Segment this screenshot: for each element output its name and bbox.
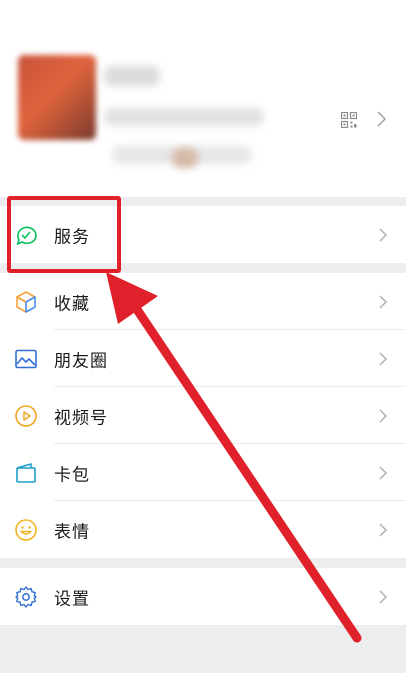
menu-item-moments[interactable]: 朋友圈: [0, 330, 406, 387]
menu-item-label: 设置: [54, 589, 90, 609]
profile-status-avatars-blurred: [172, 148, 198, 168]
profile-name-blurred: [104, 66, 160, 86]
menu-item-label: 表情: [54, 522, 90, 542]
menu-item-label: 卡包: [54, 465, 90, 485]
menu-item-label: 收藏: [54, 294, 90, 314]
chevron-right-icon[interactable]: [376, 110, 388, 128]
menu-item-label: 视频号: [54, 408, 108, 428]
menu-item-stickers[interactable]: 表情: [0, 501, 406, 558]
section-features: 收藏 朋友圈 视频号 卡包 表情: [0, 273, 406, 558]
qr-code-icon[interactable]: [341, 112, 357, 128]
avatar[interactable]: [18, 55, 96, 140]
chevron-right-icon: [379, 227, 388, 242]
favorites-cube-icon: [16, 290, 36, 313]
chevron-right-icon: [379, 522, 388, 537]
channels-play-icon: [15, 404, 37, 427]
section-settings: 设置: [0, 568, 406, 625]
profile-card[interactable]: [0, 0, 406, 197]
chevron-right-icon: [379, 408, 388, 423]
wallet-card-icon: [16, 462, 36, 483]
menu-item-label: 朋友圈: [54, 351, 108, 371]
stickers-smile-icon: [15, 518, 37, 541]
settings-gear-icon: [15, 585, 37, 608]
menu-item-wallet[interactable]: 卡包: [0, 444, 406, 501]
moments-picture-icon: [15, 349, 37, 368]
menu-item-settings[interactable]: 设置: [0, 568, 406, 625]
chevron-right-icon: [379, 465, 388, 480]
menu-item-channels[interactable]: 视频号: [0, 387, 406, 444]
profile-id-blurred: [104, 108, 264, 126]
annotation-highlight-box: [7, 196, 121, 273]
chevron-right-icon: [379, 351, 388, 366]
chevron-right-icon: [379, 589, 388, 604]
menu-item-favorites[interactable]: 收藏: [0, 273, 406, 330]
chevron-right-icon: [379, 294, 388, 309]
